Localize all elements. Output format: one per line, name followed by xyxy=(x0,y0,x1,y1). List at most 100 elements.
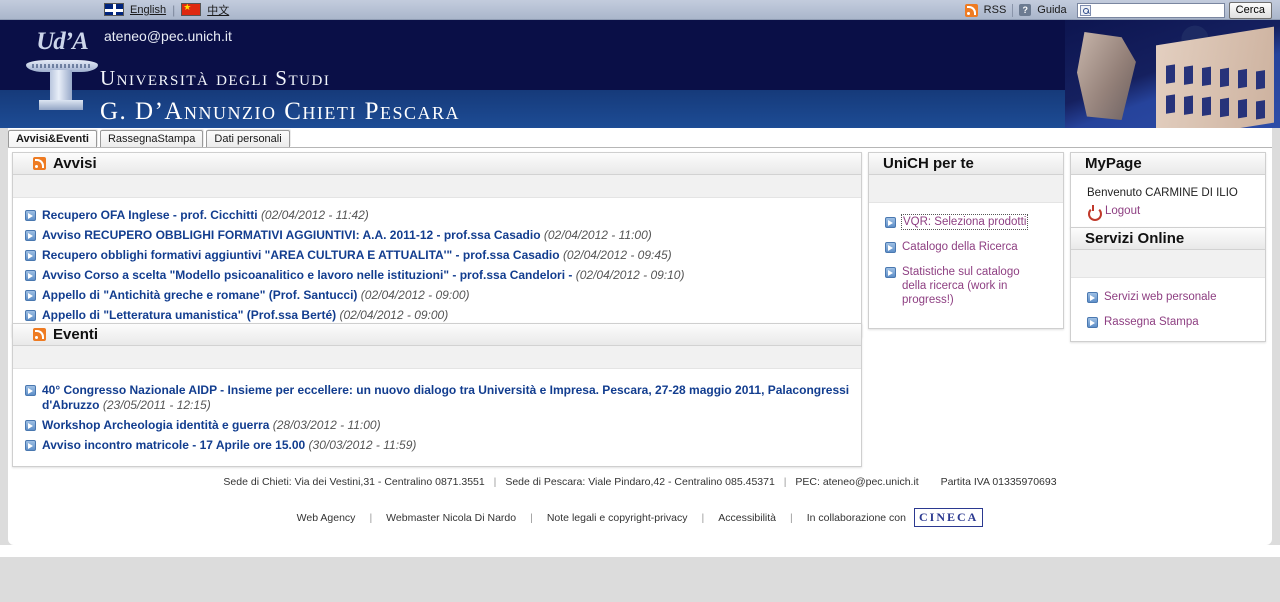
search-input[interactable] xyxy=(1090,4,1227,16)
avvisi-list: Recupero OFA Inglese - prof. Cicchitti (… xyxy=(13,198,861,336)
arrow-right-icon xyxy=(885,217,896,228)
avviso-link[interactable]: Recupero OFA Inglese - prof. Cicchitti xyxy=(42,208,258,222)
list-item[interactable]: Recupero obblighi formativi aggiuntivi "… xyxy=(25,248,851,263)
avviso-link[interactable]: Recupero obblighi formativi aggiuntivi "… xyxy=(42,248,560,262)
rss-icon[interactable] xyxy=(964,3,978,17)
footer-link-webmaster[interactable]: Webmaster Nicola Di Nardo xyxy=(386,512,516,524)
servizi-online-subbar xyxy=(1071,250,1265,278)
list-item[interactable]: Workshop Archeologia identità e guerra (… xyxy=(25,418,851,433)
language-link-english[interactable]: English xyxy=(130,4,166,16)
divider: | xyxy=(701,511,705,524)
list-item[interactable]: Statistiche sul catalogo della ricerca (… xyxy=(885,265,1055,307)
topbar-right-group: RSS ? Guida Cerca xyxy=(964,0,1272,20)
unich-per-te-panel: UniCH per te VQR: Seleziona prodotti Cat… xyxy=(868,152,1064,329)
arrow-right-icon xyxy=(1087,292,1098,303)
avviso-date: (02/04/2012 - 09:45) xyxy=(562,248,672,262)
footer-link-note-legali[interactable]: Note legali e copyright-privacy xyxy=(547,512,688,524)
content-bottom-gap xyxy=(0,545,1280,557)
language-link-chinese[interactable]: 中文 xyxy=(207,2,229,18)
pec-email: ateneo@pec.unich.it xyxy=(104,28,232,44)
footer-contact-line: Sede di Chieti: Via dei Vestini,31 - Cen… xyxy=(0,476,1280,488)
mypage-panel: MyPage Benvenuto CARMINE DI ILIO Logout xyxy=(1070,152,1266,228)
avviso-link[interactable]: Appello di "Antichità greche e romane" (… xyxy=(42,288,357,302)
list-item[interactable]: Avviso RECUPERO OBBLIGHI FORMATIVI AGGIU… xyxy=(25,228,851,243)
link-servizi-web-personale[interactable]: Servizi web personale xyxy=(1104,290,1217,304)
logo-monogram: Ud’A xyxy=(36,28,89,55)
link-statistiche-catalogo-ricerca[interactable]: Statistiche sul catalogo della ricerca (… xyxy=(902,265,1022,307)
search-box[interactable] xyxy=(1076,2,1227,18)
list-item[interactable]: Rassegna Stampa xyxy=(1087,315,1257,329)
eventi-panel-header: Eventi xyxy=(13,324,861,346)
language-separator: | xyxy=(172,2,176,17)
tab-rassegna-stampa[interactable]: RassegnaStampa xyxy=(99,130,204,147)
footer-pec: PEC: ateneo@pec.unich.it xyxy=(795,476,919,488)
search-group: Cerca xyxy=(1076,1,1272,19)
avviso-date: (02/04/2012 - 11:00) xyxy=(543,228,652,242)
evento-link[interactable]: Avviso incontro matricole - 17 Aprile or… xyxy=(42,438,305,452)
power-icon xyxy=(1087,205,1102,221)
avviso-date: (02/04/2012 - 09:00) xyxy=(339,308,449,322)
evento-date: (30/03/2012 - 11:59) xyxy=(308,438,417,452)
evento-date: (23/05/2011 - 12:15) xyxy=(102,398,211,412)
list-item[interactable]: Catalogo della Ricerca xyxy=(885,240,1055,254)
unich-per-te-header: UniCH per te xyxy=(869,153,1063,175)
list-item[interactable]: Servizi web personale xyxy=(1087,290,1257,304)
servizi-online-title: Servizi Online xyxy=(1085,230,1185,247)
rss-link[interactable]: RSS xyxy=(984,4,1007,16)
avviso-link[interactable]: Appello di "Letteratura umanistica" (Pro… xyxy=(42,308,336,322)
arrow-right-icon xyxy=(25,440,36,451)
arrow-right-icon xyxy=(25,385,36,396)
avviso-date: (02/04/2012 - 09:00) xyxy=(360,288,470,302)
bottom-gray-band xyxy=(8,557,1272,602)
arrow-right-icon xyxy=(885,267,896,278)
footer-sede-chieti: Sede di Chieti: Via dei Vestini,31 - Cen… xyxy=(223,476,485,488)
footer-link-accessibilita[interactable]: Accessibilità xyxy=(718,512,776,524)
list-item[interactable]: VQR: Seleziona prodotti xyxy=(885,214,1055,230)
search-icon xyxy=(1079,4,1091,16)
rss-icon[interactable] xyxy=(33,328,46,341)
university-name-line1: Università degli Studi xyxy=(100,66,331,90)
uk-flag-icon[interactable] xyxy=(104,3,124,16)
list-item[interactable]: Avviso Corso a scelta "Modello psicoanal… xyxy=(25,268,851,283)
list-item[interactable]: Recupero OFA Inglese - prof. Cicchitti (… xyxy=(25,208,851,223)
tab-bar-rule xyxy=(8,147,1272,148)
eventi-title: Eventi xyxy=(53,326,99,343)
search-button[interactable]: Cerca xyxy=(1228,1,1272,19)
avvisi-title: Avvisi xyxy=(53,155,97,172)
tab-bar: Avvisi&Eventi RassegnaStampa Dati person… xyxy=(8,130,290,147)
servizi-online-panel: Servizi Online Servizi web personale Ras… xyxy=(1070,227,1266,342)
logout-link[interactable]: Logout xyxy=(1105,205,1140,217)
list-item[interactable]: 40° Congresso Nazionale AIDP - Insieme p… xyxy=(25,383,851,413)
footer-link-web-agency[interactable]: Web Agency xyxy=(297,512,356,524)
list-item[interactable]: Appello di "Antichità greche e romane" (… xyxy=(25,288,851,303)
avviso-date: (02/04/2012 - 09:10) xyxy=(575,268,685,282)
avviso-date: (02/04/2012 - 11:42) xyxy=(260,208,369,222)
university-logo[interactable]: Ud’A xyxy=(22,20,100,128)
unich-per-te-links: VQR: Seleziona prodotti Catalogo della R… xyxy=(869,203,1063,328)
link-rassegna-stampa[interactable]: Rassegna Stampa xyxy=(1104,315,1199,329)
rss-icon[interactable] xyxy=(33,157,46,170)
divider: | xyxy=(790,511,793,524)
avvisi-panel-header: Avvisi xyxy=(13,153,861,175)
help-link[interactable]: Guida xyxy=(1037,4,1066,16)
avviso-link[interactable]: Avviso RECUPERO OBBLIGHI FORMATIVI AGGIU… xyxy=(42,228,541,242)
list-item[interactable]: Avviso incontro matricole - 17 Aprile or… xyxy=(25,438,851,453)
divider: | xyxy=(493,476,497,488)
masthead: Ud’A ateneo@pec.unich.it Università degl… xyxy=(0,20,1280,128)
evento-link[interactable]: Workshop Archeologia identità e guerra xyxy=(42,418,269,432)
cn-flag-icon[interactable] xyxy=(181,3,202,16)
question-mark-icon[interactable]: ? xyxy=(1019,4,1032,16)
list-item[interactable]: Appello di "Letteratura umanistica" (Pro… xyxy=(25,308,851,323)
link-catalogo-della-ricerca[interactable]: Catalogo della Ricerca xyxy=(902,240,1018,254)
top-utility-bar: English | 中文 RSS ? Guida Cerca xyxy=(0,0,1280,20)
language-switcher: English | 中文 xyxy=(104,2,235,18)
arrow-right-icon xyxy=(885,242,896,253)
cineca-logo[interactable]: CINECA xyxy=(913,508,984,527)
arrow-right-icon xyxy=(1087,317,1098,328)
logout-row[interactable]: Logout xyxy=(1087,205,1255,221)
avvisi-subbar xyxy=(13,175,861,198)
tab-dati-personali[interactable]: Dati personali xyxy=(206,130,290,147)
avviso-link[interactable]: Avviso Corso a scelta "Modello psicoanal… xyxy=(42,268,572,282)
link-vqr-seleziona-prodotti[interactable]: VQR: Seleziona prodotti xyxy=(900,214,1029,230)
tab-avvisi-eventi[interactable]: Avvisi&Eventi xyxy=(8,130,97,147)
